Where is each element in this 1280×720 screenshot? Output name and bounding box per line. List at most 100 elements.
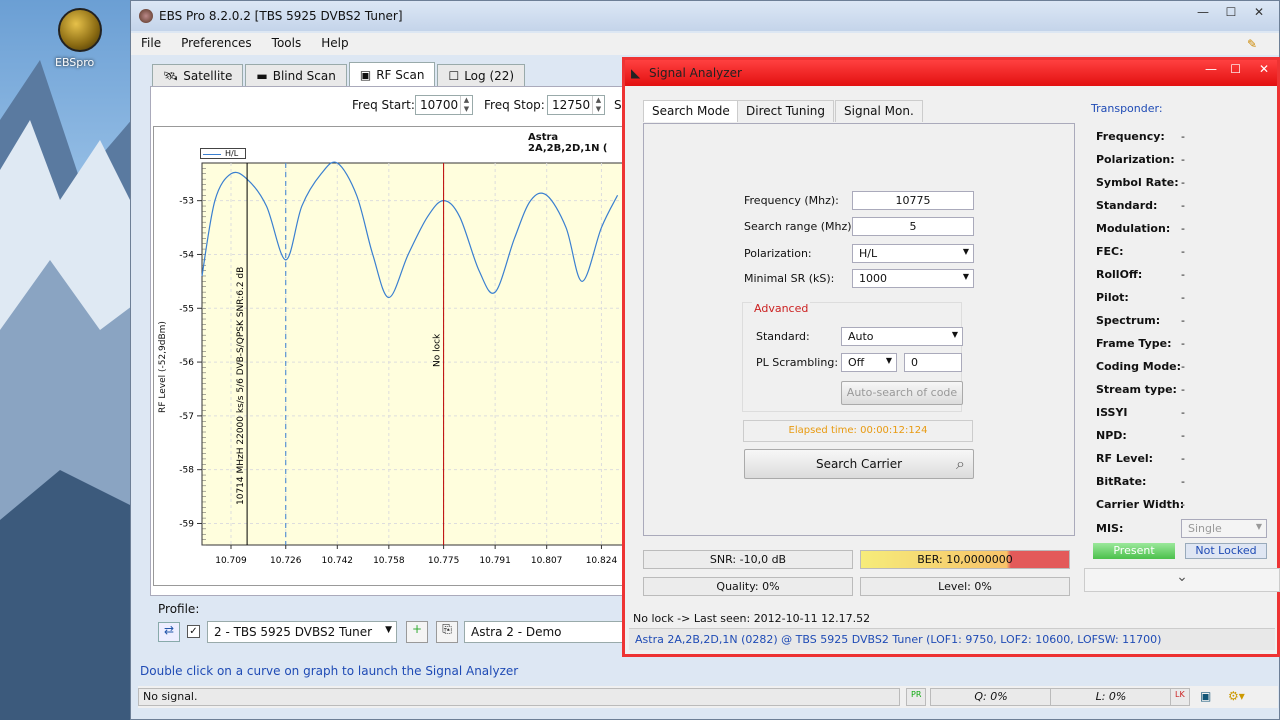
transponder-field-label: Frequency: [1096,130,1165,143]
pl-scrambling-select[interactable]: Off ▼ [841,353,897,372]
transponder-field-value: - [1181,268,1185,281]
network-icon[interactable]: ▣ [1200,689,1211,703]
expand-chevron-icon[interactable]: ⌄ [1084,568,1280,592]
pl-scrambling-value: Off [848,356,865,369]
transponder-field-label: Polarization: [1096,153,1175,166]
status-quality: Q: 0% [930,688,1052,706]
freq-start-value: 10700 [420,98,459,112]
x-tick-label: 10.824 [586,556,618,566]
rf-chart[interactable]: Astra 2A,2B,2D,1N ( H/L RF Level (-52,9d… [153,126,624,586]
carrier-marker-label: 10714 MHzH 22000 ks/s 5/6 DVB-S/QPSK SNR… [236,267,246,505]
polarization-select[interactable]: H/L ▼ [852,244,974,263]
tab-log[interactable]: ☐ Log (22) [437,64,526,86]
chevron-down-icon: ▼ [885,356,892,365]
y-tick-label: -56 [179,358,194,368]
window-controls: — ☐ ✕ [1189,3,1273,21]
spin-arrows-icon[interactable]: ▲ ▼ [592,96,604,114]
transponder-field-label: Frame Type: [1096,337,1172,350]
spin-arrows-icon[interactable]: ▲ ▼ [460,96,472,114]
close-icon[interactable]: ✕ [1245,3,1273,21]
freq-start-label: Freq Start: [352,98,415,112]
transponder-field-label: RollOff: [1096,268,1143,281]
menu-tools[interactable]: Tools [262,33,312,55]
minimal-sr-value: 1000 [859,272,887,285]
edit-profile-icon[interactable]: ⎘ [436,621,458,643]
transponder-field-value: - [1181,498,1185,511]
profile-select[interactable]: 2 - TBS 5925 DVBS2 Tuner ▼ [207,621,397,643]
minimize-icon[interactable]: — [1205,62,1217,76]
ebspro-app-icon [58,8,102,52]
auto-search-button[interactable]: Auto-search of code [841,381,963,405]
transponder-field-value: - [1181,199,1185,212]
minimal-sr-select[interactable]: 1000 ▼ [852,269,974,288]
pl-code-value: 0 [911,356,918,369]
signal-analyzer-window: ◣ Signal Analyzer — ☐ ✕ Search Mode Dire… [622,57,1280,657]
transponder-field-value: - [1181,153,1185,166]
app-icon [139,9,153,23]
transponder-field-value: - [1181,406,1185,419]
maximize-icon[interactable]: ☐ [1230,62,1241,76]
close-icon[interactable]: ✕ [1259,62,1269,76]
search-carrier-label: Search Carrier [815,457,903,471]
x-tick-label: 10.726 [270,556,302,566]
transponder-title: Transponder: [1091,102,1163,115]
satellite-select[interactable]: Astra 2 - Demo [464,621,624,643]
status-level: L: 0% [1050,688,1172,706]
transponder-field-label: Modulation: [1096,222,1171,235]
tab-satellite[interactable]: 🛰 Satellite [152,64,244,86]
search-range-value: 5 [909,220,917,233]
transponder-field-label: Symbol Rate: [1096,176,1179,189]
menu-file[interactable]: File [131,33,171,55]
frequency-input[interactable]: 10775 [852,191,974,210]
search-range-label: Search range (Mhz): [744,220,856,233]
lock-status: No lock -> Last seen: 2012-10-11 12.17.5… [633,612,871,625]
tab-blind-scan[interactable]: ▬ Blind Scan [245,64,347,86]
maximize-icon[interactable]: ☐ [1217,3,1245,21]
chevron-down-icon: ▼ [951,330,958,339]
transponder-field-value: - [1181,222,1185,235]
transponder-field-value: - [1181,245,1185,258]
desktop-icon-ebspro[interactable]: EBSpro [55,8,105,78]
menu-preferences[interactable]: Preferences [171,33,262,55]
level-meter: Level: 0% [860,577,1070,596]
main-tabs: 🛰 Satellite ▬ Blind Scan ▣ RF Scan ☐ Log (22… [152,62,527,86]
transponder-field-value: - [1181,452,1185,465]
x-tick-label: 10.742 [322,556,354,566]
tab-signal-mon[interactable]: Signal Mon. [835,100,923,122]
freq-start-input[interactable]: 10700 ▲ ▼ [415,95,473,115]
truncated-label: S [614,98,622,112]
ber-meter: BER: 10,0000000 [860,550,1070,569]
mis-select[interactable]: Single ▼ [1181,519,1267,538]
freq-stop-input[interactable]: 12750 ▲ ▼ [547,95,605,115]
transponder-field-value: - [1181,176,1185,189]
transponder-field-value: - [1181,314,1185,327]
tab-direct-tuning[interactable]: Direct Tuning [737,100,835,122]
profile-checkbox[interactable]: ✓ [187,625,200,638]
satellite-icon: 🛰 [163,68,179,83]
pl-code-input[interactable]: 0 [904,353,962,372]
transponder-field-value: - [1181,130,1185,143]
transponder-field-value: - [1181,337,1185,350]
settings-icon[interactable]: ⚙▾ [1228,689,1245,703]
search-carrier-button[interactable]: Search Carrier ⌕ [744,449,974,479]
refresh-icon[interactable]: ⇄ [158,622,180,642]
snr-meter: SNR: -10,0 dB [643,550,853,569]
search-range-input[interactable]: 5 [852,217,974,236]
minimize-icon[interactable]: — [1189,3,1217,21]
tab-rf-scan[interactable]: ▣ RF Scan [348,62,436,86]
minimal-sr-label: Minimal SR (kS): [744,272,835,285]
menu-help[interactable]: Help [311,33,358,55]
tab-search-mode[interactable]: Search Mode [643,100,739,122]
plot-background [201,162,624,546]
transponder-field-label: NPD: [1096,429,1127,442]
frequency-label: Frequency (Mhz): [744,194,839,207]
transponder-field-value: - [1181,475,1185,488]
standard-select[interactable]: Auto ▼ [841,327,963,346]
tuner-info: Astra 2A,2B,2D,1N (0282) @ TBS 5925 DVBS… [629,628,1275,650]
analyzer-title: Signal Analyzer [649,66,742,80]
pin-icon[interactable]: ✎ [1247,37,1257,51]
chart-plot-area: -53 -54 -55 -56 -57 -58 -59 10.709 10.726 10.742 1… [179,161,624,566]
tab-label: Satellite [183,68,233,83]
profile-label: Profile: [158,602,200,616]
add-profile-icon[interactable]: + [406,621,428,643]
